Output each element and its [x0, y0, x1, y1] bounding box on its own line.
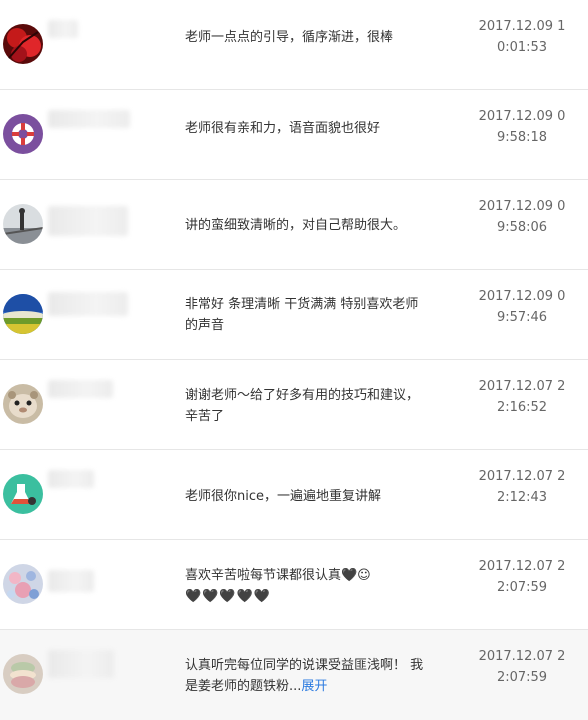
time-clock: 2:12:43 — [496, 490, 548, 505]
comment-row: 老师很你nice，一遍遍地重复讲解 2017.12.07 2 2:12:43 — [0, 450, 588, 540]
user-avatar[interactable] — [3, 654, 43, 694]
time-date: 2017.12.09 0 — [478, 289, 566, 304]
time-date: 2017.12.07 2 — [478, 469, 566, 484]
user-avatar[interactable] — [3, 564, 43, 604]
time-clock: 0:01:53 — [496, 40, 548, 55]
user-avatar[interactable] — [3, 384, 43, 424]
user-avatar[interactable] — [3, 294, 43, 334]
time-date: 2017.12.09 0 — [478, 109, 566, 124]
comment-line: 是姜老师的题铁粉...展开 — [185, 676, 455, 697]
comment-line: 🖤🖤🖤🖤🖤 — [185, 589, 271, 604]
comment-truncated-text: 是姜老师的题铁粉... — [185, 679, 302, 694]
username-blurred — [48, 570, 94, 592]
comment-time: 2017.12.09 1 0:01:53 — [478, 16, 566, 58]
username-blurred — [48, 650, 114, 678]
time-clock: 9:58:18 — [496, 130, 548, 145]
user-avatar[interactable] — [3, 474, 43, 514]
comment-text: 认真听完每位同学的说课受益匪浅啊！ 我 是姜老师的题铁粉...展开 — [185, 655, 455, 697]
user-avatar[interactable] — [3, 24, 43, 64]
comment-row: 老师一点点的引导，循序渐进，很棒 2017.12.09 1 0:01:53 — [0, 0, 588, 90]
comment-time: 2017.12.07 2 2:12:43 — [478, 466, 566, 508]
comment-list: 老师一点点的引导，循序渐进，很棒 2017.12.09 1 0:01:53 老师… — [0, 0, 588, 720]
comment-time: 2017.12.07 2 2:16:52 — [478, 376, 566, 418]
username-blurred — [48, 110, 130, 128]
username-blurred — [48, 292, 128, 316]
time-clock: 2:07:59 — [496, 580, 548, 595]
comment-line: 喜欢辛苦啦每节课都很认真🖤☺ — [185, 568, 371, 583]
comment-row: 老师很有亲和力，语音面貌也很好 2017.12.09 0 9:58:18 — [0, 90, 588, 180]
username-blurred — [48, 470, 94, 488]
time-date: 2017.12.09 1 — [478, 19, 566, 34]
comment-time: 2017.12.07 2 2:07:59 — [478, 556, 566, 598]
user-avatar[interactable] — [3, 114, 43, 154]
comment-text: 喜欢辛苦啦每节课都很认真🖤☺ 🖤🖤🖤🖤🖤 — [185, 565, 455, 607]
comment-line: 谢谢老师～给了好多有用的技巧和建议， — [185, 388, 420, 403]
time-date: 2017.12.07 2 — [478, 379, 566, 394]
comment-row: 讲的蛮细致清晰的，对自己帮助很大。 2017.12.09 0 9:58:06 — [0, 180, 588, 270]
time-clock: 2:07:59 — [496, 670, 548, 685]
user-avatar[interactable] — [3, 204, 43, 244]
comment-text: 老师一点点的引导，循序渐进，很棒 — [185, 30, 394, 45]
comment-row: 非常好 条理清晰 干货满满 特别喜欢老师 的声音 2017.12.09 0 9:… — [0, 270, 588, 360]
expand-link[interactable]: 展开 — [301, 679, 327, 694]
comment-line: 认真听完每位同学的说课受益匪浅啊！ 我 — [185, 658, 424, 673]
comment-row: 喜欢辛苦啦每节课都很认真🖤☺ 🖤🖤🖤🖤🖤 2017.12.07 2 2:07:5… — [0, 540, 588, 630]
comment-time: 2017.12.09 0 9:58:06 — [478, 196, 566, 238]
comment-time: 2017.12.07 2 2:07:59 — [478, 646, 566, 688]
comment-row: 认真听完每位同学的说课受益匪浅啊！ 我 是姜老师的题铁粉...展开 2017.1… — [0, 630, 588, 720]
time-date: 2017.12.07 2 — [478, 559, 566, 574]
comment-text: 讲的蛮细致清晰的，对自己帮助很大。 — [185, 218, 407, 233]
time-clock: 9:57:46 — [496, 310, 548, 325]
username-blurred — [48, 206, 128, 236]
comment-text: 非常好 条理清晰 干货满满 特别喜欢老师 的声音 — [185, 294, 455, 336]
comment-line: 的声音 — [185, 318, 225, 333]
comment-line: 辛苦了 — [185, 409, 225, 424]
comment-text: 老师很你nice，一遍遍地重复讲解 — [185, 489, 381, 504]
time-clock: 9:58:06 — [496, 220, 548, 235]
comment-time: 2017.12.09 0 9:58:18 — [478, 106, 566, 148]
comment-text: 老师很有亲和力，语音面貌也很好 — [185, 121, 381, 136]
comment-line: 非常好 条理清晰 干货满满 特别喜欢老师 — [185, 297, 419, 312]
username-blurred — [48, 20, 78, 38]
username-blurred — [48, 380, 113, 398]
comment-row: 谢谢老师～给了好多有用的技巧和建议， 辛苦了 2017.12.07 2 2:16… — [0, 360, 588, 450]
comment-time: 2017.12.09 0 9:57:46 — [478, 286, 566, 328]
time-date: 2017.12.07 2 — [478, 649, 566, 664]
time-clock: 2:16:52 — [496, 400, 548, 415]
time-date: 2017.12.09 0 — [478, 199, 566, 214]
comment-text: 谢谢老师～给了好多有用的技巧和建议， 辛苦了 — [185, 385, 455, 427]
